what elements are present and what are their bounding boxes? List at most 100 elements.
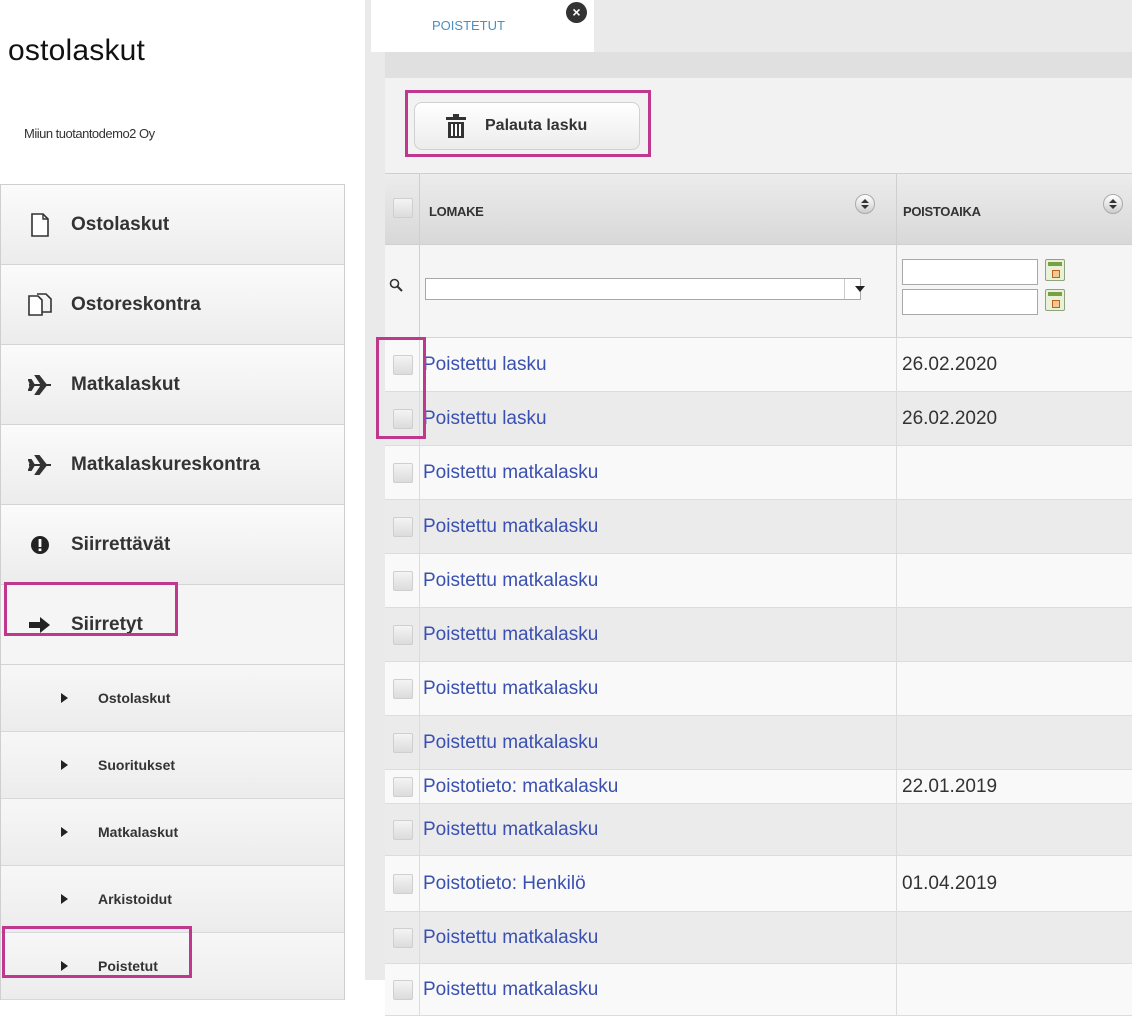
column-divider: [896, 174, 897, 244]
caret-right-icon: [61, 760, 68, 770]
calendar-icon[interactable]: [1045, 289, 1065, 311]
select-all-checkbox[interactable]: [393, 198, 413, 218]
row-date: 22.01.2019: [902, 776, 998, 797]
date-to-input[interactable]: [902, 289, 1038, 315]
column-divider: [896, 770, 897, 803]
column-divider: [419, 770, 420, 803]
table-row[interactable]: Poistettu matkalasku: [385, 446, 1132, 500]
tab-poistetut[interactable]: POISTETUT ×: [371, 0, 594, 52]
row-link[interactable]: Poistettu lasku: [423, 408, 547, 430]
table-row[interactable]: Poistettu lasku 26.02.2020: [385, 392, 1132, 446]
restore-invoice-button[interactable]: Palauta lasku: [414, 102, 640, 150]
row-date: 26.02.2020: [902, 408, 998, 429]
table-row[interactable]: Poistettu matkalasku: [385, 662, 1132, 716]
sidebar-subitem-matkalaskut[interactable]: Matkalaskut: [1, 799, 344, 866]
column-divider: [896, 608, 897, 661]
row-checkbox[interactable]: [393, 625, 413, 645]
column-divider: [896, 912, 897, 963]
row-checkbox[interactable]: [393, 517, 413, 537]
column-divider: [419, 500, 420, 553]
row-link[interactable]: Poistettu matkalasku: [423, 732, 598, 754]
company-name: Miiun tuotantodemo2 Oy: [24, 126, 155, 141]
row-link[interactable]: Poistotieto: matkalasku: [423, 776, 618, 798]
column-divider: [419, 338, 420, 391]
row-checkbox[interactable]: [393, 733, 413, 753]
lomake-filter-select[interactable]: [425, 278, 865, 300]
column-divider: [896, 716, 897, 769]
table-row[interactable]: Poistettu matkalasku: [385, 912, 1132, 964]
column-divider: [896, 392, 897, 445]
column-divider: [896, 338, 897, 391]
row-link[interactable]: Poistettu matkalasku: [423, 462, 598, 484]
column-divider: [419, 446, 420, 499]
column-divider: [419, 912, 420, 963]
row-date: 26.02.2020: [902, 354, 998, 375]
column-divider: [896, 500, 897, 553]
row-link[interactable]: Poistotieto: Henkilö: [423, 873, 586, 895]
row-link[interactable]: Poistettu matkalasku: [423, 927, 598, 949]
table-row[interactable]: Poistettu matkalasku: [385, 804, 1132, 856]
close-icon[interactable]: ×: [566, 2, 587, 23]
sort-icon[interactable]: [855, 194, 875, 214]
exclamation-icon: [27, 532, 53, 558]
row-checkbox[interactable]: [393, 777, 413, 797]
row-link[interactable]: Poistettu matkalasku: [423, 516, 598, 538]
main-area: POISTETUT × Palauta lasku LOMAKE POISTOA…: [365, 0, 1132, 1016]
sidebar-item-matkalaskut[interactable]: Matkalaskut: [1, 345, 344, 425]
calendar-icon[interactable]: [1045, 259, 1065, 281]
row-checkbox[interactable]: [393, 928, 413, 948]
tab-bar: POISTETUT ×: [365, 0, 1132, 52]
table-row[interactable]: Poistettu matkalasku: [385, 608, 1132, 662]
column-header-lomake[interactable]: LOMAKE: [429, 204, 484, 219]
sidebar-subitem-suoritukset[interactable]: Suoritukset: [1, 732, 344, 799]
table-row[interactable]: Poistettu lasku 26.02.2020: [385, 338, 1132, 392]
row-checkbox[interactable]: [393, 980, 413, 1000]
row-link[interactable]: Poistettu matkalasku: [423, 979, 598, 1001]
tab-label: POISTETUT: [432, 18, 505, 33]
column-divider: [419, 716, 420, 769]
caret-right-icon: [61, 693, 68, 703]
table-row[interactable]: Poistotieto: matkalasku 22.01.2019: [385, 770, 1132, 804]
table-row[interactable]: Poistettu matkalasku: [385, 716, 1132, 770]
table-row[interactable]: Poistotieto: Henkilö 01.04.2019: [385, 856, 1132, 912]
restore-invoice-label: Palauta lasku: [485, 117, 588, 134]
row-checkbox[interactable]: [393, 355, 413, 375]
row-checkbox[interactable]: [393, 409, 413, 429]
sidebar-subitem-arkistoidut[interactable]: Arkistoidut: [1, 866, 344, 933]
column-header-poistoaika[interactable]: POISTOAIKA: [903, 204, 981, 219]
sidebar-item-siirretyt[interactable]: Siirretyt: [1, 585, 344, 665]
row-link[interactable]: Poistettu matkalasku: [423, 678, 598, 700]
row-link[interactable]: Poistettu matkalasku: [423, 819, 598, 841]
grid-rows: Poistettu lasku 26.02.2020 Poistettu lasku…: [385, 338, 1132, 1016]
search-icon[interactable]: [389, 278, 403, 292]
column-divider: [896, 554, 897, 607]
row-checkbox[interactable]: [393, 874, 413, 894]
sidebar-item-siirrettavat[interactable]: Siirrettävät: [1, 505, 344, 585]
row-checkbox[interactable]: [393, 679, 413, 699]
sidebar-item-ostoreskontra[interactable]: Ostoreskontra: [1, 265, 344, 345]
sidebar-subitem-label: Matkalaskut: [98, 824, 179, 840]
sort-icon[interactable]: [1103, 194, 1123, 214]
column-divider: [896, 964, 897, 1015]
table-row[interactable]: Poistettu matkalasku: [385, 554, 1132, 608]
table-row[interactable]: Poistettu matkalasku: [385, 964, 1132, 1016]
sidebar-item-ostolaskut[interactable]: Ostolaskut: [1, 185, 344, 265]
app-title: ostolaskut: [8, 34, 146, 67]
table-row[interactable]: Poistettu matkalasku: [385, 500, 1132, 554]
row-link[interactable]: Poistettu matkalasku: [423, 624, 598, 646]
row-checkbox[interactable]: [393, 820, 413, 840]
column-divider: [896, 856, 897, 911]
row-checkbox[interactable]: [393, 463, 413, 483]
row-link[interactable]: Poistettu matkalasku: [423, 570, 598, 592]
sidebar-item-label: Siirretyt: [71, 613, 143, 635]
column-divider: [896, 804, 897, 855]
sidebar-subitem-poistetut[interactable]: Poistetut: [1, 933, 344, 1000]
row-checkbox[interactable]: [393, 571, 413, 591]
sidebar-item-label: Matkalaskut: [71, 373, 180, 395]
date-from-input[interactable]: [902, 259, 1038, 285]
sidebar-subitem-ostolaskut[interactable]: Ostolaskut: [1, 665, 344, 732]
sidebar-item-matkalaskureskontra[interactable]: Matkalaskureskontra: [1, 425, 344, 505]
document-icon: [27, 212, 53, 238]
column-divider: [419, 856, 420, 911]
row-link[interactable]: Poistettu lasku: [423, 354, 547, 376]
